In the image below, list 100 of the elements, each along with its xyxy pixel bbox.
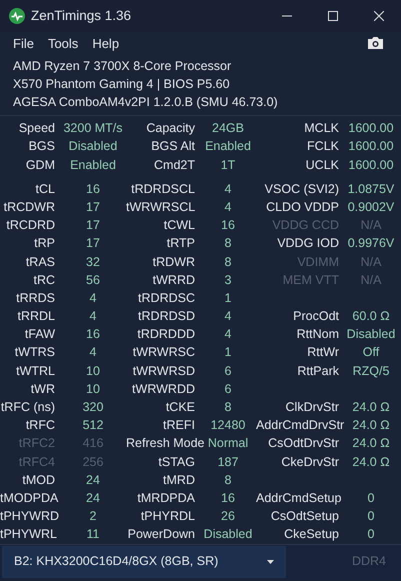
- timing-value: 6: [224, 380, 232, 398]
- timing-value: 416: [82, 435, 104, 452]
- timing-label: VDIMM: [296, 254, 340, 270]
- timing-value: 0.9002V: [346, 198, 396, 216]
- timing-value: 4: [88, 308, 98, 326]
- timing-label: RttNom: [296, 326, 340, 344]
- timing-value: N/A: [360, 217, 382, 234]
- timing-label: tRFC4: [18, 454, 56, 471]
- module-dropdown[interactable]: B2: KHX3200C16D4/8GX (8GB, SR): [2, 546, 286, 578]
- timing-label: UCLK: [304, 156, 340, 174]
- timing-label: VDDG CCD: [271, 217, 340, 234]
- timing-value: 512: [82, 417, 104, 434]
- menu-item[interactable]: File: [6, 34, 41, 54]
- timing-label: tRDRDSC: [137, 290, 196, 307]
- timing-label: AddrCmdDrvStr: [256, 417, 344, 434]
- timing-value: 187: [216, 454, 240, 471]
- timing-label: tMRDPDA: [136, 490, 196, 507]
- timing-value: 4: [224, 326, 232, 344]
- timing-label: tWRWRSD: [132, 362, 196, 380]
- dropdown-caret-icon: [267, 560, 274, 564]
- timing-label: tWTRS: [14, 344, 56, 362]
- timing-value: 24: [85, 472, 101, 489]
- timing-value: 16: [220, 217, 236, 234]
- timing-value: 10: [85, 362, 101, 380]
- timing-value: 17: [85, 198, 101, 216]
- timing-value: 8: [224, 472, 232, 489]
- timing-label: MEM VTT: [282, 272, 340, 289]
- timing-value: Disabled: [202, 526, 254, 544]
- timing-label: tWRRD: [152, 272, 196, 289]
- window-title: ZenTimings 1.36: [31, 6, 132, 25]
- timing-value: 24: [85, 490, 101, 507]
- timing-value: 6: [224, 362, 232, 380]
- timing-value: N/A: [360, 254, 382, 270]
- timing-value: 1: [224, 290, 232, 307]
- timing-label: Capacity: [145, 120, 196, 138]
- timing-value: 3: [224, 272, 232, 289]
- menu-item[interactable]: Help: [85, 34, 126, 54]
- system-info-text: AGESA ComboAM4v2PI 1.2.0.B (SMU 46.73.0): [13, 94, 279, 112]
- timing-value: 0: [366, 508, 376, 526]
- timing-value: 1600.00: [347, 120, 395, 138]
- timing-label: ProcOdt: [292, 308, 340, 326]
- timing-label: tPHYWRL: [0, 526, 58, 544]
- timing-value: 24GB: [211, 120, 245, 138]
- app-logo-icon: [9, 8, 25, 24]
- timing-value: 0.9976V: [346, 235, 396, 252]
- timing-value: 17: [85, 217, 101, 234]
- timing-label: AddrCmdSetup: [256, 490, 342, 507]
- timing-label: BGS: [28, 138, 56, 156]
- close-icon[interactable]: [374, 10, 384, 21]
- timing-value: 1: [224, 344, 232, 362]
- timing-label: Speed: [18, 120, 56, 138]
- timing-value: 4: [224, 180, 232, 198]
- timing-value: 320: [82, 399, 104, 416]
- timing-label: tRDRDDD: [136, 326, 196, 344]
- timing-value: 16: [220, 490, 236, 507]
- timing-label: tRTP: [166, 235, 196, 252]
- timing-label: RttPark: [296, 362, 340, 380]
- timing-label: VDDG IOD: [276, 235, 340, 252]
- timing-value: 4: [224, 198, 232, 216]
- timing-label: tWTRL: [15, 362, 56, 380]
- timing-label: tRAS: [24, 254, 56, 270]
- timing-value: Off: [362, 344, 380, 362]
- timing-value: 0: [366, 526, 376, 544]
- timing-value: 16: [85, 180, 101, 198]
- timing-value: 256: [82, 454, 104, 471]
- timing-label: FCLK: [306, 138, 340, 156]
- timing-value: 10: [85, 380, 101, 398]
- timing-value: 8: [224, 254, 232, 270]
- timing-label: MCLK: [303, 120, 340, 138]
- maximize-icon[interactable]: [328, 10, 338, 21]
- timing-label: tSTAG: [157, 454, 196, 471]
- timing-label: tRC: [32, 272, 56, 289]
- timing-label: CkeSetup: [283, 526, 340, 544]
- timing-value: 56: [85, 272, 101, 289]
- timing-value: 16: [85, 326, 101, 344]
- timing-label: tRDRDSD: [137, 308, 196, 326]
- timing-label: tPHYWRD: [0, 508, 60, 526]
- timing-label: tWR: [30, 380, 56, 398]
- timing-value: 17: [85, 235, 101, 252]
- timing-label: CLDO VDDP: [265, 198, 340, 216]
- timing-label: tRFC (ns): [0, 399, 56, 416]
- timing-value: 4: [224, 308, 232, 326]
- timing-label: tMODPDA: [0, 490, 60, 507]
- timing-value: 24.0 Ω: [351, 435, 391, 452]
- timing-value: 8: [224, 399, 232, 416]
- timing-label: tFAW: [24, 326, 56, 344]
- timing-label: tRFC: [24, 417, 56, 434]
- timing-value: 24.0 Ω: [351, 399, 391, 416]
- timing-value: 0: [366, 490, 376, 507]
- timing-label: tMRD: [162, 472, 196, 489]
- timing-value: 4: [88, 344, 98, 362]
- timing-label: tRP: [33, 235, 56, 252]
- timing-value: 60.0 Ω: [351, 308, 391, 326]
- menu-item[interactable]: Tools: [40, 34, 86, 54]
- timing-value: 8: [224, 235, 232, 252]
- timing-label: CkeDrvStr: [280, 454, 340, 471]
- camera-icon[interactable]: [367, 36, 384, 50]
- timing-label: GDM: [24, 156, 56, 174]
- timing-value: 1T: [220, 156, 236, 174]
- system-info-text: X570 Phantom Gaming 4 | BIOS P5.60: [13, 76, 231, 94]
